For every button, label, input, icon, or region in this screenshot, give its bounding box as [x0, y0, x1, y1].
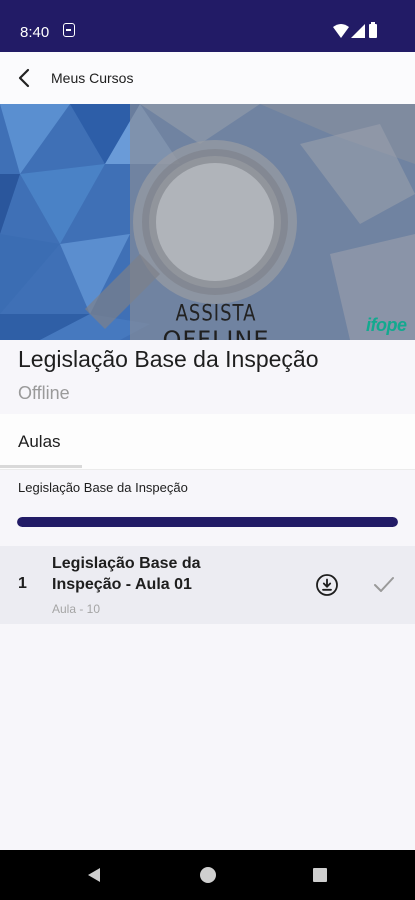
- status-time: 8:40: [20, 24, 50, 41]
- brand-logo: ifope: [366, 315, 407, 335]
- banner-text-offline: OFFLINE: [162, 326, 270, 340]
- back-button[interactable]: [6, 60, 42, 96]
- home-circle-icon[interactable]: [200, 867, 216, 883]
- course-progress-fill: [17, 517, 398, 527]
- system-nav-bar: [0, 850, 415, 900]
- wifi-icon: [333, 24, 349, 38]
- tab-aulas[interactable]: Aulas: [0, 414, 82, 470]
- tab-bar: Aulas: [0, 414, 415, 470]
- course-title: Legislação Base da Inspeção: [18, 346, 319, 372]
- lesson-row[interactable]: 1 Legislação Base da Inspeção - Aula 01 …: [0, 546, 415, 624]
- status-bar: 8:40: [0, 0, 415, 52]
- lesson-number: 1: [18, 575, 27, 592]
- signal-icon: [351, 24, 365, 38]
- battery-icon: [369, 22, 377, 38]
- course-progress-bar: [17, 517, 398, 527]
- notification-b-icon: [63, 23, 75, 37]
- banner-text-assista: ASSISTA: [175, 300, 257, 327]
- back-triangle-icon[interactable]: [86, 867, 102, 883]
- lesson-title: Legislação Base da Inspeção - Aula 01: [52, 555, 201, 593]
- status-icons: [333, 22, 389, 38]
- download-icon[interactable]: [315, 573, 339, 597]
- section-label: Legislação Base da Inspeção: [18, 480, 188, 495]
- check-icon[interactable]: [372, 574, 396, 596]
- lesson-meta: Aula - 10: [52, 602, 101, 616]
- tab-indicator: [0, 465, 82, 468]
- tab-label: Aulas: [18, 432, 61, 451]
- recents-square-icon[interactable]: [313, 868, 327, 882]
- app-bar-title: Meus Cursos: [51, 70, 134, 86]
- chevron-left-icon: [18, 68, 30, 88]
- course-banner: ASSISTA OFFLINE: [0, 104, 415, 340]
- course-subtitle: Offline: [18, 383, 70, 403]
- app-bar: Meus Cursos: [0, 52, 415, 104]
